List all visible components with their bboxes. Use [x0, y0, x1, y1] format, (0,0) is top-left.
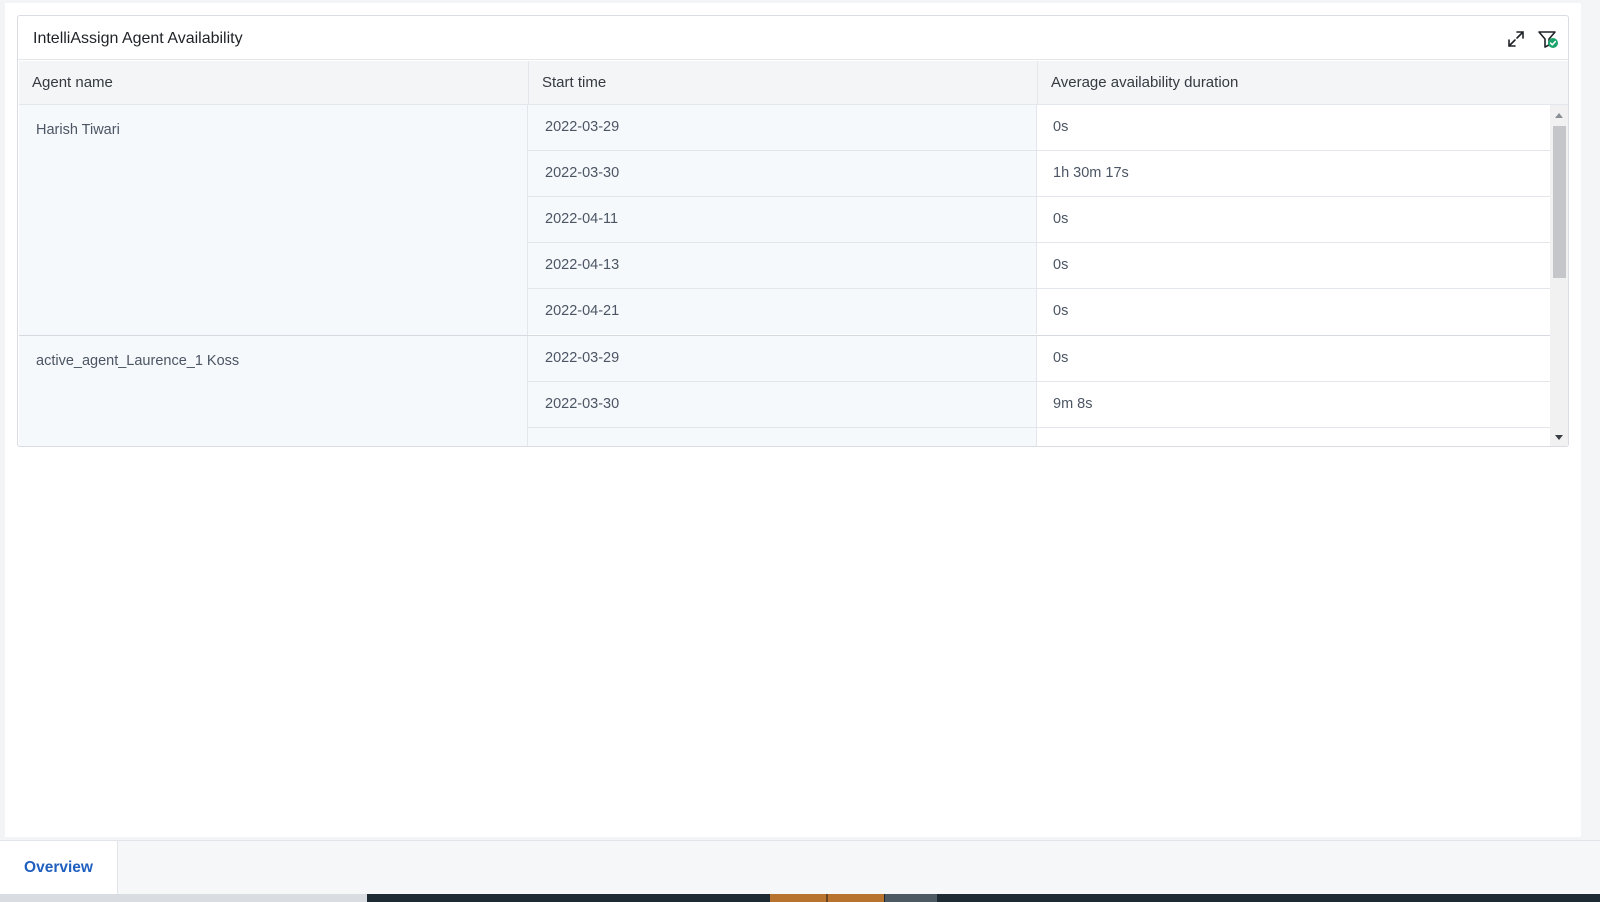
table-row: [528, 428, 1550, 446]
table-row: 2022-03-29 0s: [528, 105, 1550, 151]
start-time-cell: 2022-03-29: [528, 336, 1037, 381]
table-row: 2022-03-29 0s: [528, 336, 1550, 382]
duration-cell: 9m 8s: [1037, 382, 1550, 427]
table-scrollbar[interactable]: [1550, 105, 1568, 446]
column-header-agent-name[interactable]: Agent name: [19, 61, 528, 105]
start-time-cell: 2022-03-29: [528, 105, 1037, 150]
scroll-down-icon[interactable]: [1555, 435, 1563, 440]
table-body[interactable]: Harish Tiwari 2022-03-29 0s 2022-03-30 1…: [19, 105, 1550, 446]
start-time-cell: 2022-03-30: [528, 382, 1037, 427]
agent-group: active_agent_Laurence_1 Koss 2022-03-29 …: [19, 336, 1550, 446]
filter-button[interactable]: [1534, 25, 1562, 53]
start-time-cell: 2022-04-13: [528, 243, 1037, 288]
start-time-cell: 2022-04-21: [528, 289, 1037, 334]
taskbar-app-button: [885, 894, 937, 902]
expand-icon: [1508, 31, 1524, 47]
column-header-start-time[interactable]: Start time: [528, 61, 1037, 105]
os-taskbar-strip: [0, 894, 1600, 902]
duration-cell: [1037, 428, 1550, 446]
widget-title: IntelliAssign Agent Availability: [33, 30, 243, 47]
scroll-thumb[interactable]: [1553, 126, 1566, 278]
duration-cell: 0s: [1037, 105, 1550, 150]
duration-cell: 1h 30m 17s: [1037, 151, 1550, 196]
duration-cell: 0s: [1037, 197, 1550, 242]
column-header-avg-duration[interactable]: Average availability duration: [1037, 61, 1568, 105]
page-gutter: [1581, 0, 1600, 840]
tab-overview[interactable]: Overview: [0, 841, 118, 895]
taskbar-divider: [826, 894, 828, 902]
dashboard-tabbar: Overview: [0, 840, 1600, 895]
filter-applied-icon: [1538, 31, 1558, 48]
start-time-cell: 2022-03-30: [528, 151, 1037, 196]
table-row: 2022-03-30 1h 30m 17s: [528, 151, 1550, 197]
table-row: 2022-04-13 0s: [528, 243, 1550, 289]
table-header: Agent name Start time Average availabili…: [19, 61, 1568, 105]
duration-cell: 0s: [1037, 289, 1550, 334]
agent-availability-widget: IntelliAssign Agent Availability Agent n…: [17, 15, 1569, 447]
duration-cell: 0s: [1037, 336, 1550, 381]
taskbar-segment: [367, 894, 1600, 902]
agent-group: Harish Tiwari 2022-03-29 0s 2022-03-30 1…: [19, 105, 1550, 336]
table-row: 2022-03-30 9m 8s: [528, 382, 1550, 428]
duration-cell: 0s: [1037, 243, 1550, 288]
scroll-up-icon[interactable]: [1555, 113, 1563, 118]
expand-button[interactable]: [1502, 25, 1530, 53]
start-time-cell: 2022-04-11: [528, 197, 1037, 242]
start-time-cell: [528, 428, 1037, 446]
table-row: 2022-04-21 0s: [528, 289, 1550, 335]
agent-name-cell: Harish Tiwari: [19, 105, 528, 335]
widget-header: IntelliAssign Agent Availability: [18, 16, 1568, 60]
agent-name-cell: active_agent_Laurence_1 Koss: [19, 336, 528, 446]
table-row: 2022-04-11 0s: [528, 197, 1550, 243]
